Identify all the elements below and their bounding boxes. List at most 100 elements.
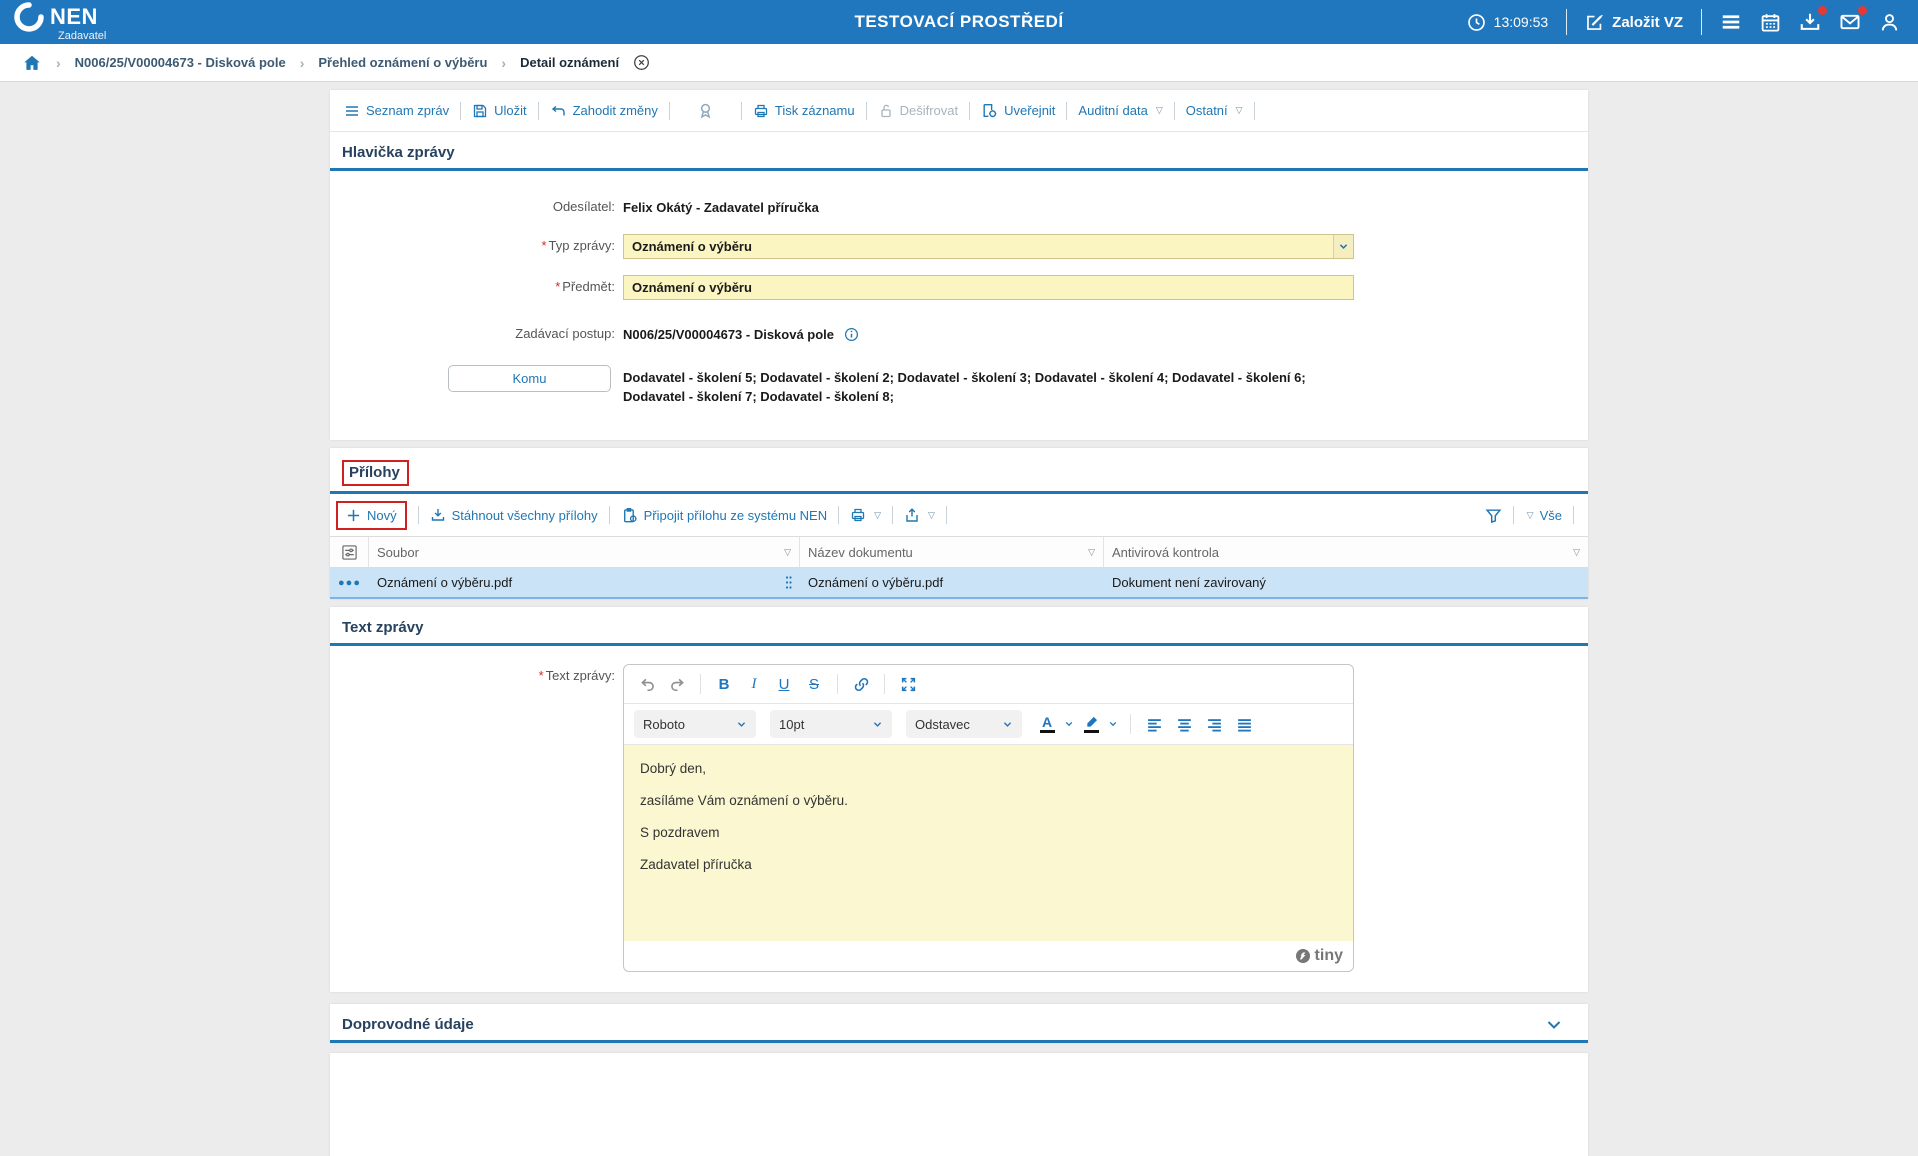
divider [700, 674, 701, 695]
cell-doc-name: Oznámení o výběru.pdf [808, 575, 944, 591]
section-header-message: Hlavička zprávy [330, 132, 1588, 171]
highlight-color-menu[interactable] [1106, 711, 1120, 737]
new-attachment-button[interactable]: Nový [346, 508, 397, 523]
table-header-row: Soubor ▽ Název dokumentu ▽ Antivirová ko… [330, 537, 1588, 569]
menu-button[interactable] [1720, 11, 1742, 33]
decrypt-button[interactable]: Dešifrovat [878, 103, 958, 119]
fullscreen-button[interactable] [895, 671, 921, 697]
column-header-file[interactable]: Soubor ▽ [369, 537, 800, 568]
subject-input[interactable] [623, 274, 1354, 300]
drag-handle-icon[interactable] [785, 575, 792, 590]
print-menu-button[interactable]: ▽ [850, 507, 881, 523]
block-format-select[interactable]: Odstavec [906, 710, 1022, 739]
messages-button[interactable] [1839, 6, 1867, 33]
discard-changes-button[interactable]: Zahodit změny [550, 103, 658, 119]
align-left-icon [1147, 719, 1161, 732]
divider [892, 506, 894, 525]
editor-toolbar-top: B I U S [624, 665, 1353, 705]
cell-file: Oznámení o výběru.pdf [369, 568, 800, 597]
editor-content[interactable]: Dobrý den, zasíláme Vám oznámení o výběr… [624, 745, 1353, 942]
column-header-doc-name[interactable]: Název dokumentu ▽ [800, 537, 1104, 568]
sender-value: Felix Okátý - Zadavatel příručka [623, 200, 819, 215]
divider [740, 101, 742, 120]
align-center-button[interactable] [1171, 711, 1197, 737]
home-icon[interactable] [22, 53, 42, 73]
font-family-select[interactable]: Roboto [634, 710, 756, 739]
divider [865, 101, 867, 120]
chevron-down-icon [737, 722, 746, 727]
filter-icon[interactable] [1485, 507, 1502, 524]
text-color-button[interactable]: A [1036, 711, 1058, 737]
chevron-down-icon[interactable] [1333, 234, 1353, 258]
editor-paragraph: Dobrý den, [640, 761, 707, 777]
nen-logo[interactable]: NEN Zadavatel [14, 2, 106, 42]
user-role-label: Zadavatel [58, 30, 107, 42]
justify-button[interactable] [1231, 711, 1257, 737]
create-vz-button[interactable]: Založit VZ [1585, 13, 1683, 32]
save-button[interactable]: Uložit [472, 103, 527, 119]
signature-check-button[interactable] [681, 102, 730, 119]
divider [1701, 9, 1702, 35]
attach-from-nen-button[interactable]: Připojit přílohu ze systému NEN [621, 507, 827, 524]
row-menu-button[interactable]: ●●● [330, 568, 369, 597]
breadcrumb-item-overview[interactable]: Přehled oznámení o výběru [318, 55, 487, 70]
align-left-button[interactable] [1141, 711, 1167, 737]
downloads-button[interactable] [1799, 6, 1827, 33]
bold-button[interactable]: B [711, 671, 737, 697]
filter-arrow-icon[interactable]: ▽ [784, 547, 791, 558]
chevron-down-icon [1065, 722, 1073, 727]
command-toolbar: Seznam zpráv Uložit Zahodit změny Tisk z… [330, 90, 1588, 132]
section-title: Hlavička zprávy [342, 144, 455, 161]
underline-button[interactable]: U [771, 671, 797, 697]
undo-icon [640, 678, 654, 691]
dropdown-arrow-icon: ▽ [874, 509, 882, 520]
undo-button[interactable] [634, 671, 660, 697]
other-menu[interactable]: Ostatní ▽ [1186, 103, 1243, 118]
link-button[interactable] [848, 671, 874, 697]
annotation-box: Přílohy [342, 460, 409, 487]
breadcrumb-separator: › [501, 54, 507, 71]
clipboard-gear-icon [623, 507, 637, 523]
italic-button[interactable]: I [741, 671, 767, 697]
dropdown-arrow-icon: ▽ [1526, 509, 1534, 520]
print-record-button[interactable]: Tisk záznamu [753, 103, 855, 119]
collapse-chevron-icon[interactable] [1546, 1017, 1562, 1033]
audit-data-menu[interactable]: Auditní data ▽ [1078, 103, 1162, 118]
section-header-accompanying[interactable]: Doprovodné údaje [330, 1004, 1588, 1044]
info-icon[interactable] [844, 327, 859, 342]
redo-button[interactable] [664, 671, 690, 697]
text-color-menu[interactable] [1062, 711, 1076, 737]
strikethrough-button[interactable]: S [801, 671, 827, 697]
font-size-select[interactable]: 10pt [770, 710, 892, 739]
download-all-attachments-button[interactable]: Stáhnout všechny přílohy [430, 507, 598, 523]
breadcrumb-item-procedure[interactable]: N006/25/V00004673 - Disková pole [75, 55, 286, 70]
close-tab-icon[interactable] [633, 54, 650, 71]
recipients-button[interactable]: Komu [448, 364, 611, 392]
rich-text-editor[interactable]: B I U S Roboto 10pt Odstavec A Dobrý den… [623, 664, 1354, 973]
redo-icon [670, 678, 684, 691]
column-settings-button[interactable] [330, 537, 369, 568]
unlock-icon [880, 104, 891, 117]
dropdown-arrow-icon: ▽ [1235, 105, 1243, 115]
export-menu-button[interactable]: ▽ [904, 507, 935, 523]
publish-button[interactable]: Uveřejnit [981, 102, 1055, 119]
align-right-button[interactable] [1201, 711, 1227, 737]
divider [1130, 714, 1131, 735]
save-icon [473, 104, 487, 117]
divider [537, 101, 539, 120]
procedure-label: Zadávací postup: [515, 325, 615, 341]
filter-arrow-icon[interactable]: ▽ [1088, 547, 1095, 558]
message-type-select[interactable]: Oznámení o výběru [623, 233, 1354, 259]
message-list-button[interactable]: Seznam zpráv [344, 103, 449, 119]
attachment-row[interactable]: ●●● Oznámení o výběru.pdf Oznámení o výb… [330, 568, 1588, 600]
column-header-antivirus[interactable]: Antivirová kontrola ▽ [1104, 537, 1588, 567]
downloads-badge [1818, 6, 1827, 15]
message-header-form: Odesílatel: Felix Okátý - Zadavatel přír… [330, 171, 1588, 440]
highlight-color-button[interactable] [1080, 711, 1102, 737]
filter-all-button[interactable]: ▽ Vše [1525, 508, 1562, 523]
filter-arrow-icon[interactable]: ▽ [1573, 547, 1580, 558]
sender-label: Odesílatel: [552, 199, 615, 214]
user-button[interactable] [1879, 12, 1900, 33]
calendar-button[interactable] [1760, 12, 1781, 33]
breadcrumb: › N006/25/V00004673 - Disková pole › Pře… [0, 44, 1918, 82]
